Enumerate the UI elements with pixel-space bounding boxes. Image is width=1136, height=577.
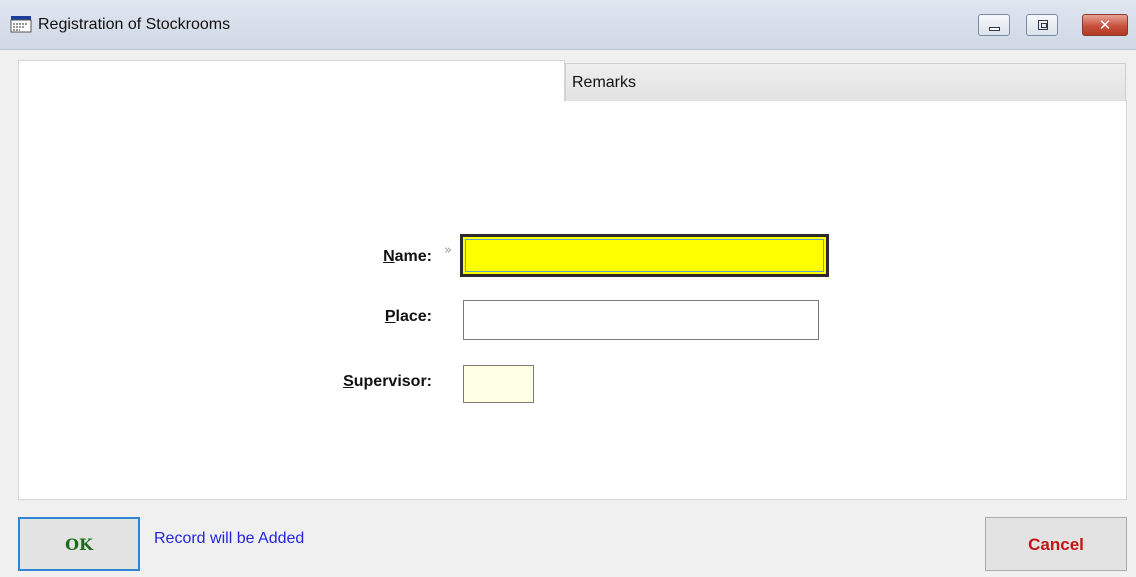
title-bar: Registration of Stockrooms ✕	[0, 0, 1136, 50]
maximize-icon	[1038, 20, 1048, 30]
cancel-button-label: Cancel	[1028, 535, 1084, 554]
place-input[interactable]	[463, 300, 819, 340]
tab-remarks-label: Remarks	[572, 74, 637, 91]
ok-button[interactable]: OK	[18, 517, 140, 571]
tab-remarks[interactable]: Remarks	[565, 63, 1126, 101]
supervisor-label: Supervisor:	[343, 373, 432, 390]
record-status-text: Record will be Added	[154, 530, 305, 547]
minimize-button[interactable]	[978, 14, 1010, 36]
maximize-button[interactable]	[1026, 14, 1058, 36]
required-marker-icon: »	[444, 243, 452, 258]
ok-button-label: OK	[65, 535, 93, 554]
form-app-icon[interactable]	[10, 15, 32, 33]
tab-main[interactable]	[18, 60, 565, 102]
minimize-icon	[989, 27, 1000, 31]
close-icon: ✕	[1098, 16, 1112, 34]
supervisor-input[interactable]	[463, 365, 534, 403]
place-label: Place:	[384, 308, 432, 325]
window-title: Registration of Stockrooms	[38, 16, 231, 33]
cancel-button[interactable]: Cancel	[985, 517, 1127, 571]
close-button[interactable]: ✕	[1082, 14, 1128, 36]
name-input[interactable]	[460, 234, 829, 277]
name-label: Name:	[383, 248, 432, 265]
